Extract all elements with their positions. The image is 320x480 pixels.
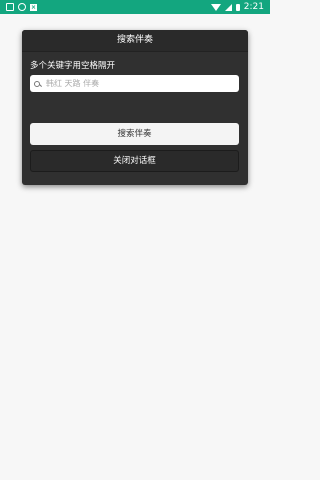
status-left-icons: × [6,3,37,11]
status-time: 2:21 [243,2,264,12]
hint-text: 多个关键字用空格隔开 [30,61,116,71]
dialog-title: 搜索伴奏 [22,30,248,52]
signal-icon [224,3,232,11]
x-app-icon: × [30,3,37,11]
circle-icon [18,3,26,11]
battery-icon [235,3,240,11]
search-dialog: 搜索伴奏 多个关键字用空格隔开 搜索伴奏 关闭对话框 [22,30,248,185]
search-field[interactable] [30,75,239,92]
search-icon [34,80,40,87]
status-right-icons: 2:21 [210,2,264,12]
app-square-icon [6,3,14,11]
status-bar: × 2:21 [0,0,270,14]
search-input[interactable] [46,79,226,88]
wifi-icon [210,3,221,11]
close-dialog-button[interactable]: 关闭对话框 [30,150,239,172]
search-button[interactable]: 搜索伴奏 [30,123,239,145]
